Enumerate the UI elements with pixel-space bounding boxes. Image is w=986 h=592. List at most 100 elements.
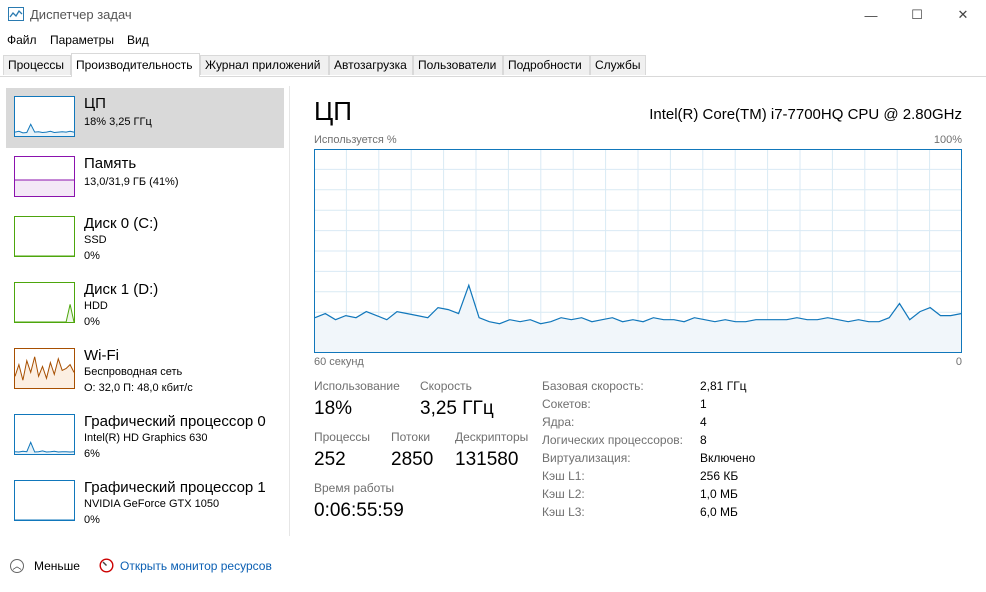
gpu0-thumb-line [15, 440, 74, 453]
maximize-button[interactable]: ☐ [894, 0, 940, 30]
menu-file[interactable]: Файл [7, 33, 37, 47]
task-manager-icon [8, 7, 24, 21]
gpu0-thumbnail-graph [14, 414, 75, 455]
tab-users[interactable]: Пользователи [413, 55, 503, 75]
cpu-thumb-line [15, 123, 74, 134]
sidebar-item-disk1[interactable]: Диск 1 (D:) HDD 0% [6, 274, 284, 334]
threads-value: 2850 [391, 449, 434, 470]
tab-startup[interactable]: Автозагрузка [329, 55, 413, 75]
sidebar-item-title: Wi-Fi [84, 347, 119, 364]
disk1-thumb-line [15, 304, 74, 322]
spec-value-l2: 1,0 МБ [700, 487, 738, 501]
graph-y-label: Используется % [314, 134, 397, 146]
threads-label: Потоки [391, 430, 431, 444]
footer: ︿ Меньше Открыть монитор ресурсов [0, 551, 986, 581]
window-title: Диспетчер задач [30, 7, 132, 22]
wifi-thumbnail-graph [14, 348, 75, 389]
sidebar-item-title: Графический процессор 0 [84, 413, 266, 430]
tab-details[interactable]: Подробности [503, 55, 590, 75]
speed-label: Скорость [420, 379, 472, 393]
handles-value: 131580 [455, 449, 519, 470]
sidebar-item-type: Беспроводная сеть [84, 366, 183, 378]
spec-value-logical: 8 [700, 433, 707, 447]
menu-view[interactable]: Вид [127, 33, 149, 47]
sidebar-item-detail: 18% 3,25 ГГц [84, 116, 152, 128]
uptime-label: Время работы [314, 481, 395, 495]
gpu0-thumb-area [15, 442, 74, 454]
cpu-thumbnail-graph [14, 96, 75, 137]
sidebar-item-memory[interactable]: Память 13,0/31,9 ГБ (41%) [6, 148, 284, 208]
open-resource-monitor-link[interactable]: Открыть монитор ресурсов [120, 559, 272, 573]
chevron-up-icon[interactable]: ︿ [10, 559, 24, 573]
sidebar-item-detail: 0% [84, 316, 100, 328]
uptime-value: 0:06:55:59 [314, 500, 404, 521]
gpu1-thumbnail-graph [14, 480, 75, 521]
menu-options[interactable]: Параметры [50, 33, 114, 47]
usage-value: 18% [314, 398, 353, 419]
sidebar-item-title: Графический процессор 1 [84, 479, 266, 496]
disk1-thumb-area [15, 304, 74, 322]
usage-label: Использование [314, 379, 400, 393]
disk1-thumbnail-graph [14, 282, 75, 323]
spec-label-sockets: Сокетов: [542, 397, 591, 411]
spec-value-sockets: 1 [700, 397, 707, 411]
mem-thumb-area [15, 180, 74, 196]
tab-strip: Процессы Производительность Журнал прило… [0, 53, 986, 77]
sidebar-item-cpu[interactable]: ЦП 18% 3,25 ГГц [6, 88, 284, 148]
cpu-model-name: Intel(R) Core(TM) i7-7700HQ CPU @ 2.80GH… [649, 106, 962, 123]
sidebar-item-title: Диск 0 (C:) [84, 215, 159, 232]
spec-value-cores: 4 [700, 415, 707, 429]
spec-label-virtualization: Виртуализация: [542, 451, 631, 465]
handles-label: Дескрипторы [455, 430, 529, 444]
cpu-usage-graph [314, 149, 962, 353]
spec-value-l3: 6,0 МБ [700, 505, 738, 519]
resource-monitor-icon [99, 558, 114, 573]
sidebar-item-type: NVIDIA GeForce GTX 1050 [84, 498, 220, 510]
title-bar: Диспетчер задач — ☐ ✕ [0, 0, 986, 30]
graph-x-zero: 0 [955, 356, 962, 368]
sidebar-item-type: Intel(R) HD Graphics 630 [84, 432, 208, 444]
sidebar-item-disk0[interactable]: Диск 0 (C:) SSD 0% [6, 208, 284, 268]
processes-label: Процессы [314, 430, 371, 444]
spec-value-virtualization: Включено [700, 451, 756, 465]
sidebar-item-detail: 0% [84, 514, 100, 526]
processes-value: 252 [314, 449, 346, 470]
graph-y-max: 100% [933, 134, 962, 146]
sidebar-divider [289, 86, 290, 536]
sidebar-item-detail: 6% [84, 448, 100, 460]
sidebar-item-gpu1[interactable]: Графический процессор 1 NVIDIA GeForce G… [6, 472, 284, 532]
speed-value: 3,25 ГГц [420, 398, 494, 419]
sidebar-item-detail: О: 32,0 П: 48,0 кбит/с [84, 382, 193, 394]
tab-services[interactable]: Службы [590, 55, 646, 75]
cpu-thumb-area [15, 124, 74, 136]
spec-label-l1: Кэш L1: [542, 469, 585, 483]
spec-label-l3: Кэш L3: [542, 505, 585, 519]
resource-sidebar: ЦП 18% 3,25 ГГц Память 13,0/31,9 ГБ (41%… [0, 86, 290, 536]
close-button[interactable]: ✕ [940, 0, 986, 30]
tab-performance[interactable]: Производительность [71, 53, 200, 77]
sidebar-item-gpu0[interactable]: Графический процессор 0 Intel(R) HD Grap… [6, 406, 284, 466]
sidebar-item-title: Диск 1 (D:) [84, 281, 159, 298]
fewer-details-button[interactable]: Меньше [34, 559, 80, 573]
spec-value-base-speed: 2,81 ГГц [700, 379, 747, 393]
sidebar-item-detail: 13,0/31,9 ГБ (41%) [84, 176, 179, 188]
sidebar-item-detail: 0% [84, 250, 100, 262]
graph-x-label: 60 секунд [314, 356, 364, 368]
sidebar-item-title: Память [84, 155, 137, 172]
sidebar-item-wifi[interactable]: Wi-Fi Беспроводная сеть О: 32,0 П: 48,0 … [6, 340, 284, 400]
minimize-button[interactable]: — [848, 0, 894, 30]
menu-bar: Файл Параметры Вид [0, 30, 986, 52]
disk0-thumbnail-graph [14, 216, 75, 257]
spec-label-logical: Логических процессоров: [542, 433, 683, 447]
tab-app-history[interactable]: Журнал приложений [200, 55, 329, 75]
tab-processes[interactable]: Процессы [3, 55, 71, 75]
spec-label-base-speed: Базовая скорость: [542, 379, 644, 393]
spec-value-l1: 256 КБ [700, 469, 739, 483]
spec-label-l2: Кэш L2: [542, 487, 585, 501]
sidebar-item-type: SSD [84, 234, 107, 246]
spec-label-cores: Ядра: [542, 415, 575, 429]
sidebar-item-type: HDD [84, 300, 108, 312]
sidebar-item-title: ЦП [84, 95, 106, 112]
page-title: ЦП [314, 96, 352, 126]
memory-thumbnail-graph [14, 156, 75, 197]
